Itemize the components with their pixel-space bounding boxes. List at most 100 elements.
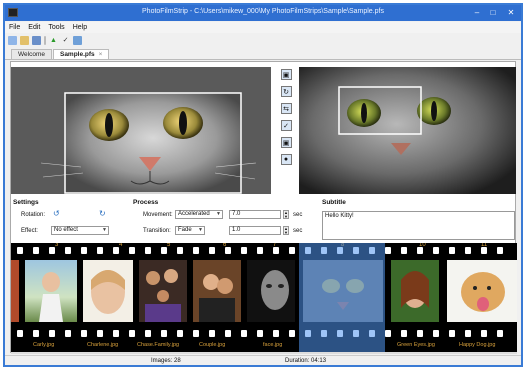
toolbar: ▲ ✓ — [5, 33, 521, 47]
film-hole — [497, 330, 503, 337]
menu-edit[interactable]: Edit — [28, 24, 40, 31]
filmstrip-thumbnail[interactable] — [139, 260, 187, 322]
child-photo — [39, 272, 63, 322]
rotate-icon[interactable]: ↻ — [280, 86, 292, 97]
film-hole — [225, 330, 231, 337]
filmstrip-thumbnail[interactable] — [447, 260, 517, 322]
film-hole — [17, 330, 23, 337]
film-hole — [97, 247, 103, 254]
transition-spinner[interactable]: ▲ ▼ — [283, 226, 289, 235]
film-hole — [433, 247, 439, 254]
film-hole — [97, 330, 103, 337]
title-bar[interactable]: PhotoFilmStrip - C:\Users\mikew_000\My P… — [5, 5, 521, 21]
frame-number: 11 — [481, 243, 488, 248]
horizontal-scrollbar[interactable] — [11, 352, 517, 354]
filmstrip-thumbnail[interactable] — [193, 260, 241, 322]
film-hole — [449, 247, 455, 254]
filmstrip-thumbnail[interactable] — [11, 260, 19, 322]
maximize-button[interactable]: □ — [487, 7, 499, 18]
image-count: Images: 28 — [151, 358, 181, 364]
menu-tools[interactable]: Tools — [48, 24, 64, 31]
import-pictures-icon[interactable]: ▲ — [49, 36, 58, 45]
frame-filename: Green Eyes.jpg — [397, 342, 435, 348]
transition-label: Transition: — [143, 228, 171, 234]
movement-seconds-input[interactable]: 7.0 — [229, 210, 281, 219]
lock-icon[interactable]: ● — [280, 154, 292, 165]
film-hole — [257, 330, 263, 337]
frame-number: 4 — [119, 243, 123, 248]
end-preview-image — [299, 67, 516, 194]
app-window: PhotoFilmStrip - C:\Users\mikew_000\My P… — [3, 3, 523, 367]
tab-sample-label: Sample.pfs — [59, 51, 95, 58]
check-icon[interactable]: ✓ — [61, 36, 70, 45]
film-hole — [65, 330, 71, 337]
movement-spinner[interactable]: ▲ ▼ — [283, 210, 289, 219]
frame-filename: Couple.jpg — [199, 342, 226, 348]
effect-select-value: No effect — [54, 227, 78, 233]
film-hole — [481, 330, 487, 337]
frame-number: 7 — [273, 243, 277, 248]
rotate-left-icon[interactable]: ↺ — [53, 209, 60, 218]
film-hole — [497, 247, 503, 254]
film-hole — [161, 247, 167, 254]
menu-help[interactable]: Help — [73, 24, 87, 31]
film-hole — [449, 330, 455, 337]
film-hole — [401, 330, 407, 337]
film-hole — [113, 247, 119, 254]
transition-select[interactable]: Fade ▼ — [175, 226, 205, 235]
frame-filename: Charlene.jpg — [87, 342, 119, 348]
new-project-icon[interactable] — [8, 35, 17, 45]
subtitle-textarea[interactable]: Hello Kitty! — [322, 211, 515, 240]
film-hole — [241, 247, 247, 254]
process-heading: Process — [133, 199, 159, 206]
film-hole — [81, 247, 87, 254]
girl-photo — [91, 270, 125, 314]
film-hole — [209, 247, 215, 254]
film-hole — [65, 247, 71, 254]
minimize-button[interactable]: – — [471, 7, 483, 18]
image-properties-icon[interactable]: ▣ — [280, 69, 292, 80]
project-panel: ▣ ↻ ⇆ ✓ ▣ ● Settings Rotation: ↺ ↻ Effec… — [10, 61, 517, 354]
zoom-icon[interactable]: ▣ — [280, 137, 292, 148]
window-title: PhotoFilmStrip - C:\Users\mikew_000\My P… — [142, 8, 384, 15]
filmstrip-thumbnail[interactable] — [247, 260, 295, 322]
film-hole — [177, 247, 183, 254]
filmstrip-thumbnail[interactable] — [25, 260, 77, 322]
save-icon[interactable] — [32, 35, 41, 45]
frame-number: 3 — [55, 243, 59, 248]
center-icon[interactable]: ✓ — [280, 120, 292, 131]
film-hole — [273, 330, 279, 337]
face-photo — [261, 270, 289, 310]
filmstrip-thumbnail[interactable] — [391, 260, 439, 322]
close-button[interactable]: ✕ — [505, 7, 517, 18]
chevron-down-icon: ▼ — [198, 227, 203, 233]
render-icon[interactable] — [73, 35, 82, 45]
end-preview[interactable] — [299, 67, 516, 194]
tab-close-icon[interactable]: × — [99, 51, 103, 58]
filmstrip[interactable]: 3 4 5 6 7 8 10 11 — [11, 243, 517, 352]
happy-dog-photo — [461, 272, 505, 312]
film-hole — [33, 330, 39, 337]
swap-icon[interactable]: ⇆ — [280, 103, 292, 114]
chevron-down-icon: ▼ — [102, 227, 107, 233]
effect-label: Effect: — [21, 228, 38, 234]
menu-file[interactable]: File — [9, 24, 20, 31]
open-folder-icon[interactable] — [20, 35, 29, 45]
effect-select[interactable]: No effect ▼ — [51, 226, 109, 235]
settings-panel: Settings Rotation: ↺ ↻ Effect: No effect… — [13, 199, 121, 239]
tab-welcome[interactable]: Welcome — [11, 49, 52, 59]
movement-select[interactable]: Accelerated ▼ — [175, 210, 223, 219]
filmstrip-thumbnail[interactable] — [83, 260, 133, 322]
transition-seconds-input[interactable]: 1.0 — [229, 226, 281, 235]
film-hole — [17, 247, 23, 254]
rotate-right-icon[interactable]: ↻ — [99, 209, 106, 218]
film-hole — [49, 247, 55, 254]
frame-number: 6 — [223, 243, 227, 248]
status-bar: Images: 28 Duration: 04:13 — [5, 355, 521, 365]
tab-sample[interactable]: Sample.pfs × — [52, 49, 110, 59]
film-hole — [289, 247, 295, 254]
film-hole — [193, 247, 199, 254]
start-preview[interactable] — [11, 67, 271, 194]
film-hole — [49, 330, 55, 337]
menu-bar: File Edit Tools Help — [5, 22, 521, 33]
